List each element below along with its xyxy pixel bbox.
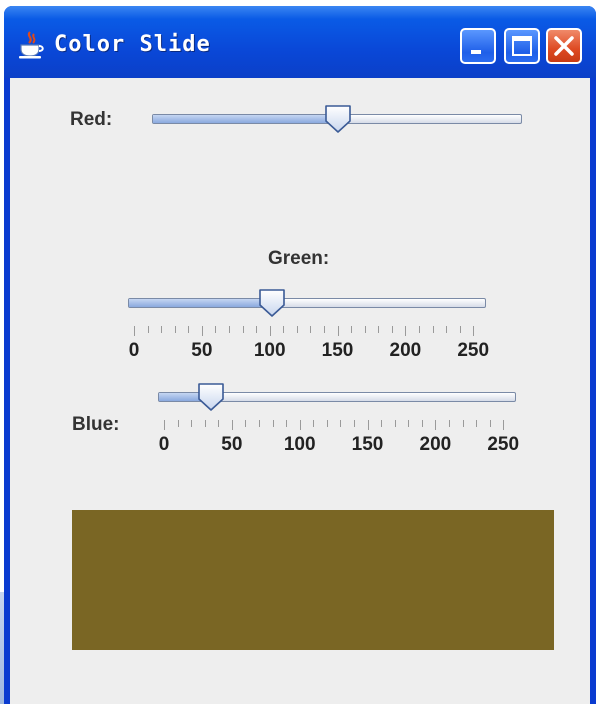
- blue-tick-mark: [204, 420, 206, 427]
- blue-tick-mark: [231, 420, 233, 430]
- green-tick-mark: [147, 326, 149, 333]
- blue-tick-mark: [326, 420, 328, 427]
- green-slider-fill: [129, 299, 272, 307]
- blue-tick-mark: [462, 420, 464, 427]
- blue-tick-mark: [218, 420, 220, 427]
- green-slider-thumb[interactable]: [257, 288, 287, 318]
- close-button[interactable]: [546, 28, 582, 64]
- green-tick-mark: [215, 326, 217, 333]
- java-cup-icon: [19, 31, 44, 59]
- green-tick-label: 250: [457, 340, 490, 361]
- blue-tick-mark: [340, 420, 342, 427]
- app-window: Color Slide Red: Green: Blue: 0 50 100 1…: [4, 6, 596, 704]
- green-tick-label: 200: [389, 340, 422, 361]
- blue-tick-mark: [164, 420, 165, 430]
- window-title: Color Slide: [54, 32, 211, 57]
- red-slider-fill: [153, 115, 338, 123]
- green-tick-mark: [364, 326, 366, 333]
- blue-tick-label: 50: [221, 434, 243, 455]
- red-slider-thumb[interactable]: [323, 104, 353, 134]
- green-tick-mark: [351, 326, 353, 333]
- blue-tick-label: 0: [158, 434, 170, 455]
- green-tick-mark: [188, 326, 190, 333]
- green-tick-mark: [296, 326, 298, 333]
- green-tick-mark: [228, 326, 230, 333]
- blue-tick-mark: [381, 420, 383, 427]
- green-tick-label: 100: [253, 340, 286, 361]
- blue-tick-mark: [313, 420, 315, 427]
- blue-tick-label: 150: [351, 434, 384, 455]
- green-tick-mark: [337, 326, 339, 336]
- green-tick-mark: [432, 326, 434, 333]
- blue-tick-mark: [489, 420, 491, 427]
- green-tick-mark: [256, 326, 258, 333]
- blue-tick-mark: [258, 420, 260, 427]
- blue-tick-label: 200: [419, 434, 452, 455]
- blue-tick-mark: [353, 420, 355, 427]
- blue-tick-mark: [191, 420, 193, 427]
- blue-tick-mark: [299, 420, 301, 430]
- blue-label: Blue:: [72, 414, 120, 435]
- green-tick-mark: [446, 326, 448, 333]
- close-icon: [554, 36, 574, 56]
- green-tick-mark: [405, 326, 407, 336]
- title-bar[interactable]: Color Slide: [4, 6, 596, 78]
- green-tick-mark: [310, 326, 312, 333]
- green-tick-mark: [391, 326, 393, 333]
- blue-tick-mark: [245, 420, 247, 427]
- green-tick-mark: [378, 326, 380, 333]
- blue-tick-mark: [435, 420, 437, 430]
- blue-tick-mark: [408, 420, 410, 427]
- green-tick-label: 150: [321, 340, 354, 361]
- blue-tick-mark: [421, 420, 423, 427]
- green-tick-mark: [459, 326, 461, 333]
- blue-tick-mark: [448, 420, 450, 427]
- maximize-icon: [512, 36, 532, 56]
- green-label: Green:: [268, 248, 330, 269]
- blue-tick-mark: [476, 420, 478, 427]
- green-tick-mark: [161, 326, 163, 333]
- minimize-icon: [471, 50, 481, 54]
- green-tick-mark: [242, 326, 244, 333]
- blue-tick-mark: [367, 420, 369, 430]
- green-tick-mark: [174, 326, 176, 333]
- color-preview: [72, 510, 554, 650]
- blue-tick-mark: [503, 420, 505, 430]
- content-panel: Red: Green: Blue: 0 50 100 150 200 250 0 50 100 1…: [10, 78, 590, 704]
- green-tick-mark: [323, 326, 325, 333]
- blue-tick-mark: [177, 420, 179, 427]
- green-tick-mark: [283, 326, 285, 333]
- green-tick-mark: [201, 326, 203, 336]
- minimize-button[interactable]: [460, 28, 496, 64]
- blue-slider-thumb[interactable]: [196, 382, 226, 412]
- green-tick-mark: [134, 326, 135, 336]
- blue-tick-mark: [286, 420, 288, 427]
- green-tick-mark: [473, 326, 475, 336]
- green-tick-mark: [269, 326, 271, 336]
- red-label: Red:: [70, 109, 113, 130]
- green-tick-label: 0: [128, 340, 140, 361]
- blue-tick-label: 100: [283, 434, 316, 455]
- blue-tick-mark: [394, 420, 396, 427]
- blue-tick-mark: [272, 420, 274, 427]
- maximize-button[interactable]: [504, 28, 540, 64]
- green-slider-track[interactable]: [128, 298, 486, 308]
- blue-tick-label: 250: [487, 434, 520, 455]
- green-tick-label: 50: [191, 340, 213, 361]
- green-tick-mark: [418, 326, 420, 333]
